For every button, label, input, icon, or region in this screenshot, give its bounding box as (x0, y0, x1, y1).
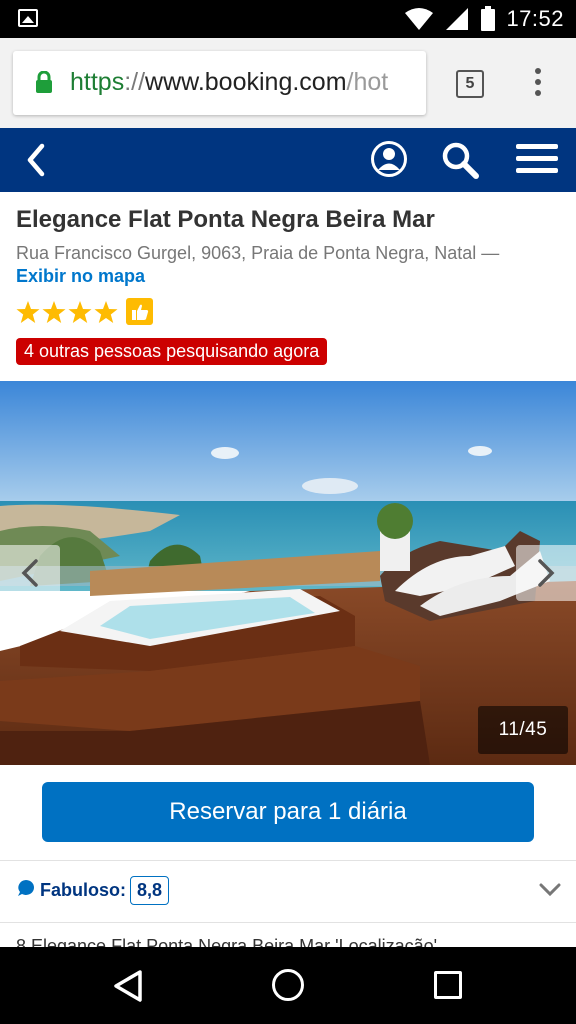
preferred-partner-badge (126, 298, 153, 325)
url-separator: :// (124, 68, 146, 96)
divider (0, 922, 576, 923)
menu-icon[interactable] (516, 144, 558, 176)
gallery-prev-button[interactable] (0, 545, 60, 601)
clock: 17:52 (506, 6, 564, 31)
star-icon (68, 300, 92, 323)
star-icon (94, 300, 118, 323)
account-icon[interactable] (370, 140, 408, 178)
chevron-left-icon (21, 559, 38, 587)
system-navigation-bar (0, 947, 576, 1024)
tab-switcher-button[interactable]: 5 (456, 70, 484, 98)
hotel-name: Elegance Flat Ponta Negra Beira Mar (16, 206, 435, 233)
chevron-right-icon (538, 559, 555, 587)
nav-back-icon[interactable] (112, 969, 144, 1003)
thumbs-up-icon (131, 304, 148, 320)
star-icon (16, 300, 40, 323)
review-bubble-icon (18, 880, 34, 896)
browser-toolbar: https://www.booking.com/hot 5 (0, 38, 576, 128)
wifi-icon (405, 8, 434, 30)
browser-menu-button[interactable] (533, 68, 543, 100)
status-bar: 17:52 (0, 0, 576, 38)
url-bar[interactable]: https://www.booking.com/hot (13, 51, 426, 115)
chevron-down-icon[interactable] (538, 880, 562, 900)
back-icon[interactable] (22, 142, 52, 178)
star-rating (16, 298, 153, 325)
lock-icon (36, 71, 52, 93)
site-header (0, 128, 576, 192)
star-icon (42, 300, 66, 323)
review-score-badge: 8,8 (130, 876, 170, 905)
hotel-address: Rua Francisco Gurgel, 9063, Praia de Pon… (16, 243, 500, 263)
url-text: https://www.booking.com/hot (70, 68, 388, 97)
signal-icon (446, 8, 469, 30)
url-path: /hot (346, 68, 389, 96)
show-on-map-link[interactable]: Exibir no mapa (16, 266, 145, 287)
reserve-button[interactable]: Reservar para 1 diária (42, 782, 534, 842)
image-notification-icon (18, 9, 38, 27)
review-score-row[interactable]: Fabuloso: 8,8 (0, 862, 576, 922)
search-icon[interactable] (440, 140, 480, 180)
nav-recents-icon[interactable] (434, 971, 462, 999)
nav-home-icon[interactable] (272, 969, 304, 1001)
people-searching-badge: 4 outras pessoas pesquisando agora (16, 338, 328, 365)
photo-counter: 11/45 (478, 706, 568, 754)
gallery-next-button[interactable] (516, 545, 576, 601)
battery-icon (481, 6, 496, 31)
url-scheme: https (70, 68, 125, 96)
review-label: Fabuloso: (40, 880, 126, 900)
url-domain: www.booking.com (145, 68, 347, 96)
divider (0, 860, 576, 861)
